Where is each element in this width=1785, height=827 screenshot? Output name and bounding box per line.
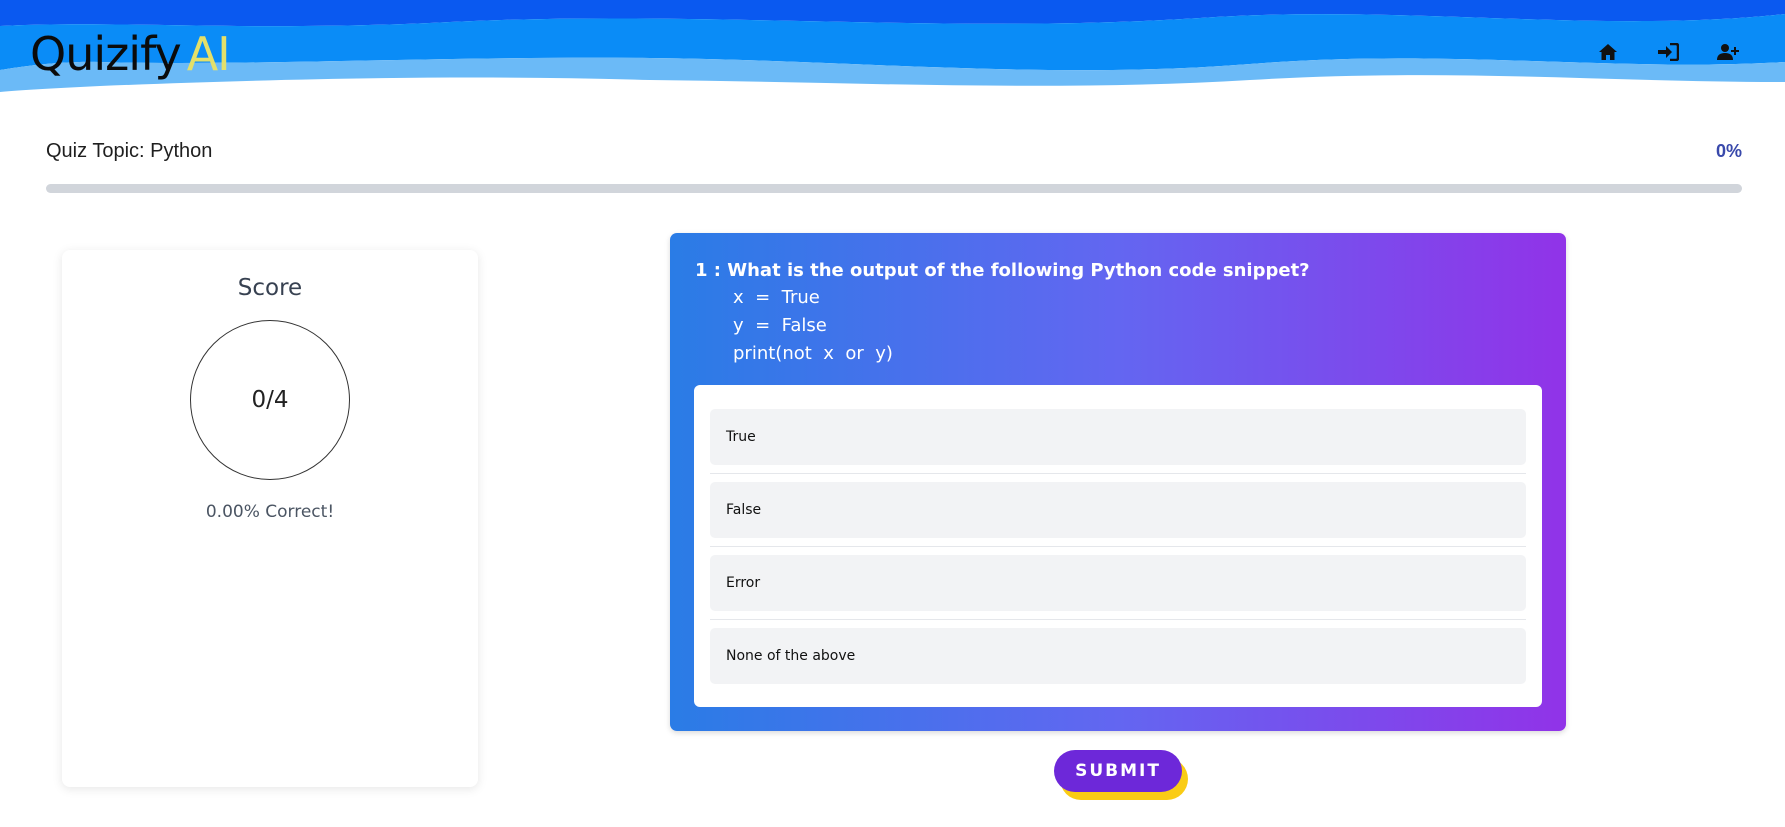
progress-bar <box>46 184 1742 193</box>
home-button[interactable] <box>1593 40 1623 64</box>
answer-options: True False Error None of the above <box>694 385 1542 707</box>
submit-button[interactable]: SUBMIT <box>1054 750 1182 792</box>
header: Quizify AI <box>0 0 1785 110</box>
answer-option[interactable]: None of the above <box>710 628 1526 684</box>
quiz-topic: Quiz Topic: Python <box>46 140 213 162</box>
code-line: y = False <box>733 315 827 336</box>
score-value: 0/4 <box>251 387 289 413</box>
answer-option[interactable]: Error <box>710 555 1526 611</box>
header-nav <box>1593 40 1743 64</box>
quiz-info-row: Quiz Topic: Python 0% <box>46 138 1742 168</box>
progress-percent: 0% <box>1715 141 1742 161</box>
register-button[interactable] <box>1713 40 1743 64</box>
score-percent-correct: 0.00% Correct! <box>205 502 335 522</box>
option-divider <box>710 546 1526 547</box>
user-plus-icon <box>1717 44 1739 60</box>
app-logo[interactable]: Quizify AI <box>30 24 231 84</box>
header-wave-background <box>0 0 1785 92</box>
score-title: Score <box>237 275 303 301</box>
sign-in-icon <box>1658 43 1679 61</box>
option-divider <box>710 619 1526 620</box>
submit-area: SUBMIT <box>1054 750 1188 800</box>
login-button[interactable] <box>1653 40 1683 64</box>
question-card: 1 : What is the output of the following … <box>670 233 1566 731</box>
home-icon <box>1599 44 1617 60</box>
answer-option[interactable]: False <box>710 482 1526 538</box>
answer-option[interactable]: True <box>710 409 1526 465</box>
question-text: 1 : What is the output of the following … <box>695 258 1310 368</box>
option-divider <box>710 473 1526 474</box>
score-card: Score 0/4 0.00% Correct! <box>62 250 478 787</box>
code-line: x = True <box>733 287 820 308</box>
code-line: print(not x or y) <box>733 343 893 364</box>
logo-ai-text: AI <box>186 27 231 81</box>
question-heading: 1 : What is the output of the following … <box>695 260 1310 281</box>
logo-brand-text: Quizify <box>30 27 182 81</box>
score-circle: 0/4 <box>190 320 350 480</box>
